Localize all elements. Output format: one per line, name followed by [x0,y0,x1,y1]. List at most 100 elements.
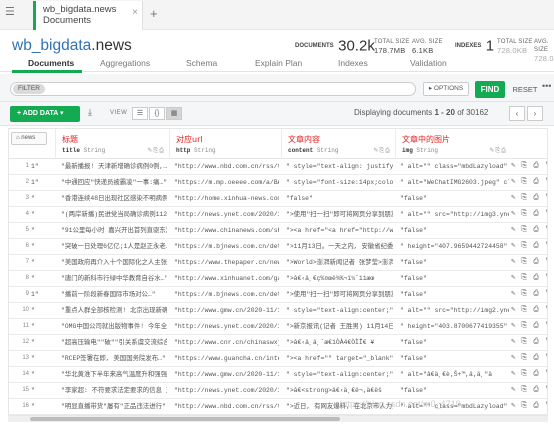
close-tab-icon[interactable]: × [132,7,138,18]
tab-explain-plan[interactable]: Explain Plan [255,58,302,68]
table-row[interactable]: 13 " "RCEP签署在即, 美国国务院发布…" "https://www.guan… [9,351,547,367]
json-view-icon[interactable]: {} [149,107,165,120]
cell-prefix[interactable]: " [31,255,55,270]
cell-img[interactable]: "false" [400,351,509,366]
cell-img[interactable]: "false" [400,255,509,270]
menu-icon[interactable]: ☰ [5,5,15,18]
cell-title[interactable]: "中通回应"快递员被霸凌"一事:痛…" [61,175,167,190]
column-header-content[interactable]: 文章内容 content String ✎⎘⎙ [281,129,395,159]
add-data-button[interactable]: + ADD DATA ▾ [10,106,80,122]
cell-prefix[interactable]: " [31,271,55,286]
horizontal-scrollbar[interactable] [8,416,548,422]
cell-http[interactable]: "http://news.ynet.com/2020/11/1 [174,207,279,222]
collection-tab[interactable]: wb_bigdata.news Documents × [33,1,143,30]
column-header-http[interactable]: 对应url http String [169,129,281,159]
cell-title[interactable]: "91公里每小时 嘉兴开出首列直驱东澳铁" [61,223,167,238]
row-actions[interactable]: ✎ ⎘ ⎙ 🗑 [511,255,547,270]
cell-http[interactable]: "http://www.chinanews.com/sh/20 [174,223,279,238]
cell-img[interactable]: "false" [400,335,509,350]
table-row[interactable]: 14 " "华北黄淮下半年来高气温度升和强强…" "http://www.gmw.cn… [9,367,547,383]
database-name[interactable]: wb_bigdata [12,37,91,54]
cell-content[interactable]: ">使用"扫一扫"即可将网页分享到朋友 [286,207,393,222]
table-row[interactable]: 8 " "唐门的新科市行绿中华教育自谷水…" "http://www.xinhuane… [9,271,547,287]
cell-img[interactable]: "false" [400,383,509,398]
row-actions[interactable]: ✎ ⎘ ⎙ 🗑 [511,175,547,190]
table-row[interactable]: 10 " "重点人群全部核检测! 北京出现新确诊" "http://www.gmw.c… [9,303,547,319]
cell-img[interactable]: " alt="" src="http://img3.ynet. [400,207,509,222]
row-actions[interactable]: ✎ ⎘ ⎙ 🗑 [511,207,547,222]
table-row[interactable]: 9 1" "播前一阶段新春国际市场对公…" "https://m.bjnews.com… [9,287,547,303]
cell-title[interactable]: "明显直播带货"屡有"正品违法进行" [61,399,167,414]
cell-content[interactable]: ">â€‹ä¸ä¸ˆæ€1ÒÀ4€ÒÌÎ€ ¥ [286,335,393,350]
scrollbar-thumb[interactable] [30,417,340,421]
row-actions[interactable]: ✎ ⎘ ⎙ 🗑 [511,239,547,254]
cell-prefix[interactable]: " [31,223,55,238]
cell-http[interactable]: "http://www.cnr.cn/chinaswxj/ [174,335,279,350]
tab-aggregations[interactable]: Aggregations [100,58,150,68]
table-row[interactable]: 1 1" "最新播报! 天津新增确诊病例0例,…" "http://www.nbd.c… [9,159,547,175]
cell-title[interactable]: "OMG中国公司就出版物事件! 今年全纪" [61,319,167,334]
cell-img[interactable]: " alt="" class="mbdLazyload" da [400,159,509,174]
cell-http[interactable]: "http://www.gmw.cn/2020-11/14/co [174,303,279,318]
cell-img[interactable]: " height="407.9659442724458" sr [400,239,509,254]
table-view-icon[interactable]: ▦ [166,107,182,120]
cell-http[interactable]: "http://www.nbd.com.cn/rss/tout [174,159,279,174]
column-actions[interactable]: ✎⎘⎙ [373,147,391,155]
cell-content[interactable]: " style="font-size:14px;color:# [286,175,393,190]
cell-content[interactable]: ">使用"扫一扫"即可将网页分享到朋友 [286,287,393,302]
cell-title[interactable]: "李家超: 不符要求法定要求的信息 正" [61,383,167,398]
cell-prefix[interactable]: 1" [31,287,55,302]
cell-http[interactable]: "http://home.xinhua-news.com/gd [174,191,279,206]
row-actions[interactable]: ✎ ⎘ ⎙ 🗑 [511,367,547,382]
cell-content[interactable]: "><a href="" target="_blank"> [286,351,393,366]
row-actions[interactable]: ✎ ⎘ ⎙ 🗑 [511,159,547,174]
row-actions[interactable]: ✎ ⎘ ⎙ 🗑 [511,191,547,206]
list-view-icon[interactable]: ☰ [132,107,148,120]
table-row[interactable]: 16 " "明显直播带货"屡有"正品违法进行" "http://www.nbd.com… [9,399,547,415]
column-actions[interactable]: ✎⎘⎙ [489,147,507,155]
cell-title[interactable]: "突破一日处理6亿亿;1人是赵正永老…" [61,239,167,254]
cell-title[interactable]: "超高压输电""破""引关系虞交流综合" [61,335,167,350]
cell-content[interactable]: " style="text-align:center;" >ä [286,303,393,318]
table-row[interactable]: 12 " "超高压输电""破""引关系虞交流综合" "http://www.cnr.c… [9,335,547,351]
table-row[interactable]: 11 " "OMG中国公司就出版物事件! 今年全纪" "http://news.yne… [9,319,547,335]
row-actions[interactable]: ✎ ⎘ ⎙ 🗑 [511,399,547,414]
next-page-icon[interactable]: › [527,106,543,121]
cell-title[interactable]: "最新播报! 天津新增确诊病例0例,…" [61,159,167,174]
cell-prefix[interactable]: 1" [31,159,55,174]
export-icon[interactable]: ⤓ [88,107,92,118]
cell-img[interactable]: "false" [400,271,509,286]
row-actions[interactable]: ✎ ⎘ ⎙ 🗑 [511,319,547,334]
cell-prefix[interactable]: " [31,399,55,414]
tab-validation[interactable]: Validation [410,58,447,68]
find-button[interactable]: FIND [475,81,505,98]
cell-http[interactable]: "https://m.bjnews.com.cn/detail [174,287,279,302]
row-actions[interactable]: ✎ ⎘ ⎙ 🗑 [511,335,547,350]
reset-button[interactable]: RESET [510,82,540,97]
row-actions[interactable]: ✎ ⎘ ⎙ 🗑 [511,223,547,238]
row-actions[interactable]: ✎ ⎘ ⎙ 🗑 [511,271,547,286]
cell-img[interactable]: "false" [400,191,509,206]
tab-documents[interactable]: Documents [28,58,74,68]
cell-prefix[interactable]: " [31,239,55,254]
cell-title[interactable]: "香港连续48日出现社区感染不明病例" [61,191,167,206]
row-actions[interactable]: ✎ ⎘ ⎙ 🗑 [511,383,547,398]
cell-content[interactable]: "><a href="<a href="http://www.chin [286,223,393,238]
table-row[interactable]: 15 " "李家超: 不符要求法定要求的信息 正" "http://news.ynet… [9,383,547,399]
cell-content[interactable]: ">新京报讯(记者 王胜男) 11月14日 [286,319,393,334]
row-actions[interactable]: ✎ ⎘ ⎙ 🗑 [511,287,547,302]
collection-chip[interactable]: ⌂ news [11,132,47,145]
cell-content[interactable]: ">â€‹ä¸€ç%¤œë¾%¬ï¼ˆ11æœ [286,271,393,286]
tab-schema[interactable]: Schema [186,58,217,68]
table-row[interactable]: 2 1" "中通回应"快递员被霸凌"一事:痛…" "https://m.mp.oeee… [9,175,547,191]
cell-img[interactable]: "false" [400,223,509,238]
cell-http[interactable]: "http://www.gmw.cn/2020-11/14/co [174,367,279,382]
more-options-icon[interactable]: ••• [542,81,551,91]
options-button[interactable]: ▸ OPTIONS [423,82,469,96]
cell-content[interactable]: "false" [286,191,393,206]
cell-img[interactable]: " alt="â€ä¸€è‚Š+™,ä‚ä¸"ä [400,367,509,382]
tab-indexes[interactable]: Indexes [338,58,368,68]
cell-prefix[interactable]: " [31,207,55,222]
cell-img[interactable]: " alt="WeChatIMG2603.jpeg" clas [400,175,509,190]
column-header-img[interactable]: 文章中的图片 img String ✎⎘⎙ [395,129,511,159]
